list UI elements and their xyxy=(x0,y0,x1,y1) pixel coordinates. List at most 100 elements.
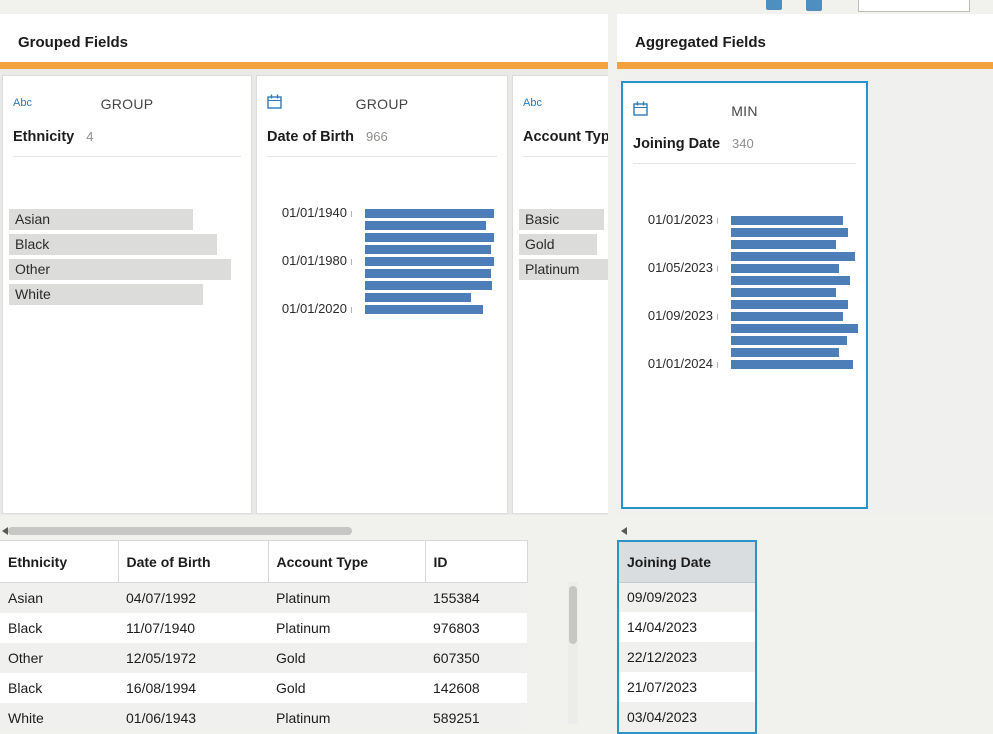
table-row[interactable]: 22/12/2023 xyxy=(619,642,755,672)
table-cell[interactable]: Platinum xyxy=(268,703,425,733)
category-bar[interactable]: Gold xyxy=(519,234,608,259)
histogram-bar[interactable] xyxy=(731,264,839,273)
histogram-bar[interactable] xyxy=(731,336,847,345)
table-cell[interactable]: 155384 xyxy=(425,583,527,613)
table-cell[interactable]: Gold xyxy=(268,643,425,673)
table-cell[interactable]: Platinum xyxy=(268,583,425,613)
toolbar-icon[interactable] xyxy=(806,0,822,11)
horizontal-scrollbar[interactable] xyxy=(0,524,608,538)
histogram-bar[interactable] xyxy=(731,360,853,369)
column-header[interactable]: Account Type xyxy=(268,541,425,583)
category-bar[interactable]: Asian xyxy=(9,209,245,234)
histogram-track xyxy=(731,324,858,333)
histogram-bar[interactable] xyxy=(731,276,850,285)
table-cell[interactable]: Gold xyxy=(268,673,425,703)
table-row[interactable]: Black16/08/1994Gold142608 xyxy=(0,673,527,703)
table-cell[interactable]: 11/07/1940 xyxy=(118,613,268,643)
table-cell[interactable]: Black xyxy=(0,673,118,703)
category-bar[interactable]: White xyxy=(9,284,245,309)
table-cell[interactable]: 976803 xyxy=(425,613,527,643)
histogram-bar[interactable] xyxy=(731,288,836,297)
category-histogram: BasicGoldPlatinum xyxy=(519,209,608,284)
histogram-bar[interactable] xyxy=(365,221,486,230)
scroll-left-arrow-icon[interactable] xyxy=(621,527,627,535)
field-card-ethnicity[interactable]: Abc GROUP Ethnicity4 AsianBlackOtherWhit… xyxy=(2,75,252,514)
column-header[interactable]: ID xyxy=(425,541,527,583)
category-histogram: Asian Black Other White xyxy=(9,209,245,309)
category-bar[interactable]: Other xyxy=(9,259,245,284)
table-row[interactable]: Black11/07/1940Platinum976803 xyxy=(0,613,527,643)
table-cell[interactable]: 16/08/1994 xyxy=(118,673,268,703)
table-cell[interactable]: 09/09/2023 xyxy=(619,582,755,612)
table-cell[interactable]: Black xyxy=(0,613,118,643)
histogram-bar[interactable] xyxy=(365,209,494,218)
toolbar-field[interactable] xyxy=(858,0,970,12)
scrollbar-thumb[interactable] xyxy=(569,586,577,644)
histogram-row xyxy=(631,238,858,250)
table-cell[interactable]: 142608 xyxy=(425,673,527,703)
column-header[interactable]: Date of Birth xyxy=(118,541,268,583)
histogram-bar[interactable] xyxy=(731,324,858,333)
table-row[interactable]: Other12/05/1972Gold607350 xyxy=(0,643,527,673)
category-bar[interactable]: Platinum xyxy=(519,259,608,284)
table-cell[interactable]: 03/04/2023 xyxy=(619,702,755,732)
horizontal-scrollbar[interactable] xyxy=(617,524,993,538)
table-row[interactable]: 03/04/2023 xyxy=(619,702,755,732)
histogram-row: 01/05/2023 xyxy=(631,262,858,274)
scrollbar-thumb[interactable] xyxy=(8,527,352,535)
table-cell[interactable]: 21/07/2023 xyxy=(619,672,755,702)
field-card-date-of-birth[interactable]: GROUP Date of Birth966 01/01/194001/01/1… xyxy=(256,75,508,514)
table-cell[interactable]: Other xyxy=(0,643,118,673)
table-row[interactable]: 09/09/2023 xyxy=(619,582,755,612)
field-name-row: Joining Date340 xyxy=(633,135,856,153)
table-row[interactable]: 14/04/2023 xyxy=(619,612,755,642)
column-header[interactable]: Ethnicity xyxy=(0,541,118,583)
vertical-scrollbar[interactable] xyxy=(568,582,578,724)
table-cell[interactable]: Asian xyxy=(0,583,118,613)
table-cell[interactable]: 22/12/2023 xyxy=(619,642,755,672)
table-cell[interactable]: 01/06/1943 xyxy=(118,703,268,733)
histogram-bar[interactable] xyxy=(365,269,491,278)
histogram-track xyxy=(365,281,499,290)
histogram-bin-label: 01/01/1940 xyxy=(265,207,365,219)
category-bar[interactable]: Black xyxy=(9,234,245,259)
histogram-bar[interactable] xyxy=(365,257,494,266)
calendar-icon xyxy=(267,94,282,114)
field-card-account-type[interactable]: Abc GROUP Account Type BasicGoldPlatinum xyxy=(512,75,608,514)
histogram-bar[interactable] xyxy=(365,245,491,254)
histogram-bar[interactable] xyxy=(731,240,836,249)
histogram-bar[interactable] xyxy=(731,252,855,261)
histogram-track xyxy=(731,228,858,237)
table-row[interactable]: Asian04/07/1992Platinum155384 xyxy=(0,583,527,613)
table-cell[interactable]: 12/05/1972 xyxy=(118,643,268,673)
toolbar-icon[interactable] xyxy=(766,0,782,10)
table-cell[interactable]: 14/04/2023 xyxy=(619,612,755,642)
table-row[interactable]: White01/06/1943Platinum589251 xyxy=(0,703,527,733)
histogram-bar[interactable] xyxy=(731,348,839,357)
column-header[interactable]: Joining Date xyxy=(619,542,755,582)
histogram-bar[interactable] xyxy=(365,233,494,242)
category-bar[interactable]: Basic xyxy=(519,209,608,234)
histogram-bar[interactable] xyxy=(731,312,843,321)
date-histogram: 01/01/194001/01/198001/01/2020 xyxy=(265,207,499,315)
table-cell[interactable]: 607350 xyxy=(425,643,527,673)
histogram-bar[interactable] xyxy=(731,300,848,309)
category-bar-label: Black xyxy=(15,236,49,252)
category-bar-label: White xyxy=(15,286,51,302)
histogram-track xyxy=(731,300,858,309)
table-cell[interactable]: Platinum xyxy=(268,613,425,643)
accent-bar xyxy=(0,62,608,69)
histogram-track xyxy=(365,245,499,254)
table-cell[interactable]: 04/07/1992 xyxy=(118,583,268,613)
histogram-bar[interactable] xyxy=(365,305,483,314)
histogram-bar[interactable] xyxy=(731,216,843,225)
histogram-bar[interactable] xyxy=(731,228,848,237)
histogram-row xyxy=(631,274,858,286)
table-cell[interactable]: 589251 xyxy=(425,703,527,733)
table-cell[interactable]: White xyxy=(0,703,118,733)
histogram-bar[interactable] xyxy=(365,281,492,290)
table-row[interactable]: 21/07/2023 xyxy=(619,672,755,702)
field-card-joining-date[interactable]: MIN Joining Date340 01/01/202301/05/2023… xyxy=(621,81,868,509)
histogram-track xyxy=(731,240,858,249)
histogram-bar[interactable] xyxy=(365,293,471,302)
